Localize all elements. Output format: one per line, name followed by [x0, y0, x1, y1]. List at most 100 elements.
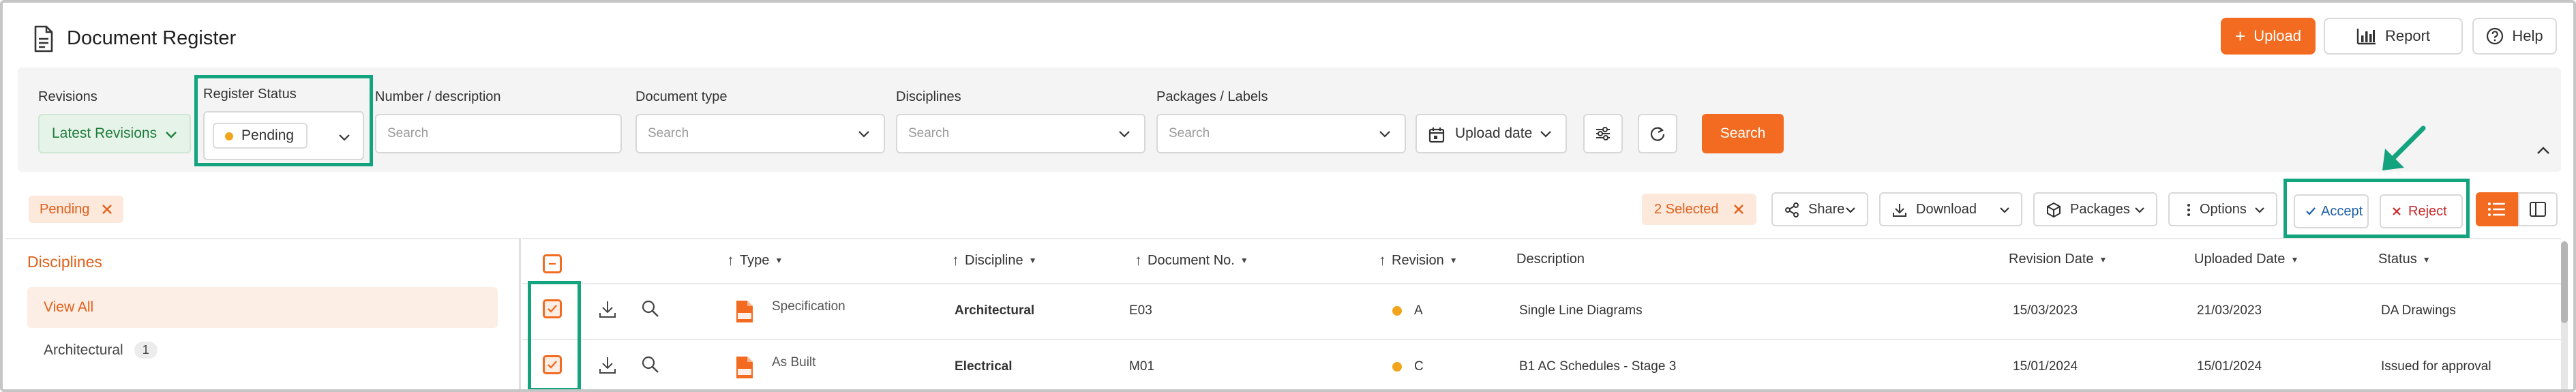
sliders-icon — [1596, 127, 1610, 140]
download-icon[interactable] — [597, 299, 618, 320]
sort-arrow-icon: ↑ — [952, 252, 959, 269]
search-icon[interactable] — [641, 299, 660, 318]
column-header-status[interactable]: Status ▼ — [2378, 252, 2431, 267]
uploaded-date-cell: 21/03/2023 — [2197, 303, 2262, 318]
minus-icon — [549, 262, 556, 265]
chevron-down-icon — [1540, 131, 1551, 138]
revisions-select[interactable]: Latest Revisions — [38, 114, 191, 153]
caret-down-icon: ▼ — [1028, 256, 1037, 265]
description-cell: B1 AC Schedules - Stage 3 — [1519, 359, 1677, 374]
type-cell: Specification — [772, 299, 845, 314]
page-header: Document Register + Upload Report Help — [3, 3, 2573, 67]
list-view-toggle[interactable] — [2476, 192, 2518, 226]
column-header-discipline[interactable]: ↑ Discipline ▼ — [952, 252, 1036, 269]
column-header-revision[interactable]: ↑ Revision ▼ — [1379, 252, 1458, 269]
disciplines-sidebar: Disciplines View All Architectural 1 — [5, 238, 521, 389]
packages-label: Packages / Labels — [1156, 89, 1268, 104]
caret-down-icon: ▼ — [1449, 256, 1458, 265]
document-no-cell: M01 — [1129, 359, 1154, 374]
app-window: Document Register + Upload Report Help R… — [0, 0, 2576, 392]
chevron-down-icon — [1846, 207, 1855, 213]
number-search-input[interactable]: Search — [375, 114, 622, 153]
revision-date-cell: 15/01/2024 — [2013, 359, 2078, 374]
packages-select[interactable]: Search — [1156, 114, 1406, 153]
sidebar-item-view-all[interactable]: View All — [27, 287, 498, 328]
doctype-select[interactable]: Search — [635, 114, 885, 153]
disciplines-select[interactable]: Search — [896, 114, 1145, 153]
column-header-revision-date[interactable]: Revision Date ▼ — [2009, 252, 2107, 267]
sidebar-item-architectural[interactable]: Architectural 1 — [44, 342, 158, 359]
active-filter-chip[interactable]: Pending — [29, 196, 124, 223]
reject-button[interactable]: Reject — [2380, 194, 2463, 228]
column-header-type[interactable]: ↑ Type ▼ — [727, 252, 783, 269]
discipline-cell: Architectural — [955, 303, 1035, 318]
search-button[interactable]: Search — [1702, 114, 1784, 153]
page-title: Document Register — [67, 27, 237, 49]
download-icon[interactable] — [597, 355, 618, 376]
packages-button[interactable]: Packages — [2033, 192, 2157, 226]
column-header-document-no[interactable]: ↑ Document No. ▼ — [1135, 252, 1248, 269]
calendar-icon — [1428, 127, 1445, 143]
search-icon[interactable] — [641, 355, 660, 374]
revision-cell: A — [1392, 303, 1423, 318]
share-icon — [1785, 202, 1799, 217]
options-button[interactable]: Options — [2168, 192, 2277, 226]
register-status-select[interactable]: Pending — [203, 111, 364, 160]
split-view-toggle[interactable] — [2518, 192, 2558, 226]
status-cell: Issued for approval — [2381, 359, 2491, 374]
doctype-label: Document type — [635, 89, 728, 104]
help-button[interactable]: Help — [2472, 18, 2557, 55]
scrollbar-thumb[interactable] — [2561, 241, 2568, 323]
upload-date-select[interactable]: Upload date — [1416, 114, 1567, 153]
upload-button[interactable]: + Upload — [2221, 18, 2316, 55]
close-icon[interactable] — [100, 202, 114, 216]
sidebar-title: Disciplines — [27, 253, 102, 271]
chevron-up-icon[interactable] — [2535, 142, 2551, 159]
row-checkbox-highlight — [528, 281, 581, 389]
sort-arrow-icon: ↑ — [1135, 252, 1142, 269]
status-cell: DA Drawings — [2381, 303, 2456, 318]
report-button[interactable]: Report — [2324, 18, 2463, 55]
filter-panel: Revisions Latest Revisions Number / desc… — [18, 67, 2561, 172]
count-badge: 1 — [134, 342, 158, 359]
chevron-down-icon — [1119, 131, 1130, 138]
sort-arrow-icon: ↑ — [1379, 252, 1386, 269]
filter-settings-button[interactable] — [1583, 114, 1623, 153]
share-button[interactable]: Share — [1771, 192, 1868, 226]
caret-down-icon: ▼ — [2290, 254, 2299, 265]
table-row[interactable]: Specification Architectural E03 A Single… — [522, 283, 2561, 339]
pending-pill: Pending — [213, 123, 308, 149]
pdf-file-icon — [736, 301, 753, 322]
reset-filters-button[interactable] — [1638, 114, 1677, 153]
question-circle-icon — [2487, 27, 2504, 45]
documents-table: ↑ Type ▼ ↑ Discipline ▼ ↑ Document No. ▼… — [522, 238, 2561, 389]
annotation-arrow-icon — [2382, 125, 2426, 170]
uploaded-date-cell: 15/01/2024 — [2197, 359, 2262, 374]
caret-down-icon: ▼ — [775, 256, 783, 265]
caret-down-icon: ▼ — [2422, 254, 2431, 265]
download-button[interactable]: Download — [1879, 192, 2022, 226]
selected-count-chip[interactable]: 2 Selected — [1642, 194, 1756, 225]
disciplines-label: Disciplines — [896, 89, 961, 104]
sort-arrow-icon: ↑ — [727, 252, 734, 269]
refresh-icon — [1650, 127, 1665, 141]
caret-down-icon: ▼ — [2099, 254, 2108, 265]
pdf-file-icon — [736, 357, 753, 378]
accept-reject-highlight: Accept Reject — [2283, 179, 2470, 238]
revision-dot-icon — [1392, 305, 1402, 316]
column-header-uploaded-date[interactable]: Uploaded Date ▼ — [2194, 252, 2298, 267]
chevron-down-icon — [1379, 131, 1390, 138]
accept-button[interactable]: Accept — [2294, 194, 2369, 228]
select-all-checkbox[interactable] — [543, 254, 562, 273]
description-cell: Single Line Diagrams — [1519, 303, 1643, 318]
sidebar-panel-icon — [2530, 202, 2546, 217]
number-label: Number / description — [375, 89, 501, 104]
table-row[interactable]: As Built Electrical M01 C B1 AC Schedule… — [522, 339, 2561, 389]
chevron-down-icon — [166, 132, 177, 138]
document-no-cell: E03 — [1129, 303, 1152, 318]
plus-icon: + — [2235, 25, 2246, 46]
close-icon[interactable] — [1732, 202, 1746, 216]
chevron-down-icon — [339, 134, 350, 141]
register-status-highlight: Register Status Pending — [194, 75, 373, 166]
column-header-description: Description — [1516, 252, 1585, 267]
